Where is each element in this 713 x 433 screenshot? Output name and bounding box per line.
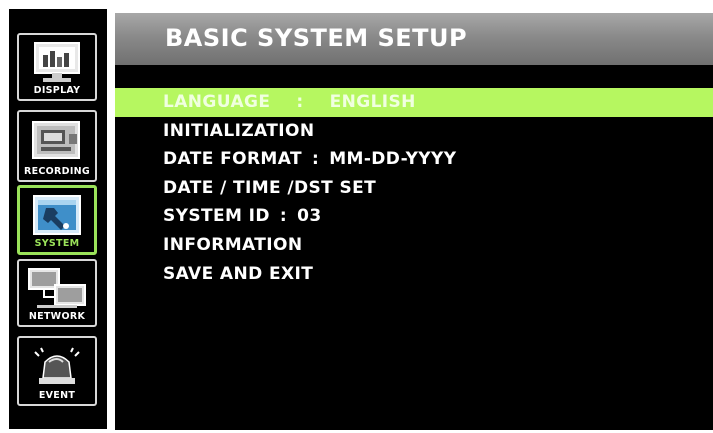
nav-system-label: SYSTEM <box>34 238 80 249</box>
camera-icon <box>19 116 95 166</box>
page-title: BASIC SYSTEM SETUP <box>165 24 468 52</box>
title-bar: BASIC SYSTEM SETUP <box>115 13 713 65</box>
menu-item-information[interactable]: INFORMATION <box>115 231 713 260</box>
nav-recording[interactable]: RECORDING <box>17 110 97 182</box>
menu-item-initialization[interactable]: INITIALIZATION <box>115 117 713 146</box>
nav-system[interactable]: SYSTEM <box>17 185 97 255</box>
menu-item-separator: : <box>296 92 304 112</box>
menu-item-save-and-exit[interactable]: SAVE AND EXIT <box>115 260 713 289</box>
menu-item-label: INFORMATION <box>163 234 303 255</box>
wrench-icon <box>20 192 94 242</box>
menu-item-date-time-dst[interactable]: DATE / TIME /DST SET <box>115 174 713 203</box>
menu-item-separator: : <box>279 206 288 227</box>
menu-item-label: DATE / TIME /DST SET <box>163 177 377 198</box>
main-panel: BASIC SYSTEM SETUP LANGUAGE: ENGLISH INIT… <box>115 13 713 430</box>
menu-item-separator: : <box>311 149 320 170</box>
monitor-icon <box>19 39 95 89</box>
menu-item-label: SYSTEM ID <box>163 206 270 227</box>
nav-event-label: EVENT <box>38 390 76 401</box>
menu-item-label: SAVE AND EXIT <box>163 263 314 284</box>
settings-menu: LANGUAGE: ENGLISH INITIALIZATION DATE FOR… <box>115 88 713 288</box>
sidebar: DISPLAY RECORDING SYSTEM NETWORK EVENT <box>9 9 107 429</box>
menu-item-date-format[interactable]: DATE FORMAT: MM-DD-YYYY <box>115 145 713 174</box>
nav-event[interactable]: EVENT <box>17 336 97 406</box>
menu-item-label: LANGUAGE <box>163 92 271 112</box>
nav-recording-label: RECORDING <box>23 166 91 177</box>
nav-network-label: NETWORK <box>28 311 86 322</box>
alarm-icon <box>19 342 95 392</box>
menu-item-value: 03 <box>297 206 322 227</box>
menu-item-language[interactable]: LANGUAGE: ENGLISH <box>115 88 713 117</box>
nav-display-label: DISPLAY <box>33 85 81 96</box>
menu-item-value: ENGLISH <box>329 92 416 112</box>
network-icon <box>19 265 95 315</box>
menu-item-label: INITIALIZATION <box>163 120 315 141</box>
menu-item-label: DATE FORMAT <box>163 149 302 170</box>
nav-display[interactable]: DISPLAY <box>17 33 97 101</box>
nav-network[interactable]: NETWORK <box>17 259 97 327</box>
menu-item-system-id[interactable]: SYSTEM ID:03 <box>115 202 713 231</box>
menu-item-value: MM-DD-YYYY <box>329 149 457 170</box>
